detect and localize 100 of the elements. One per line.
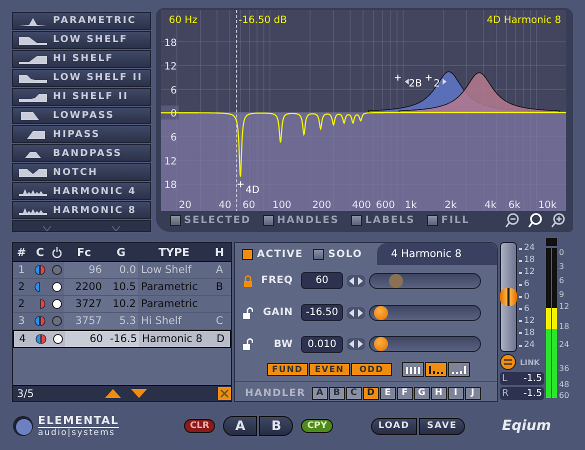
zoom-icon[interactable] [528, 212, 543, 228]
handler-button[interactable]: H [430, 386, 447, 400]
power-toggle[interactable] [52, 299, 62, 309]
checkbox[interactable] [262, 214, 274, 226]
handler-button[interactable]: B [328, 386, 345, 400]
stepper[interactable] [347, 306, 365, 319]
handler-button[interactable]: E [380, 386, 396, 400]
link-button[interactable] [500, 354, 516, 370]
slider-thumb[interactable] [374, 337, 388, 352]
peak-curves-drawing[interactable] [368, 71, 560, 113]
checkbox-label: LABELS [365, 214, 416, 226]
filter-type-button[interactable]: HARMONIC 8 [12, 201, 151, 219]
power-toggle[interactable] [53, 334, 63, 344]
close-icon[interactable] [218, 387, 231, 400]
axis-label: 100 [272, 200, 292, 212]
handler-button[interactable]: G [414, 386, 430, 400]
scale-label: 12 [524, 268, 535, 278]
stepper[interactable] [347, 338, 365, 350]
filter-type-button[interactable]: HI SHELF [12, 50, 151, 68]
preset-b-button[interactable]: B [259, 416, 294, 436]
copy-button[interactable]: CPY [301, 419, 333, 433]
preset-a-button[interactable]: A [223, 416, 258, 436]
checkbox[interactable] [351, 214, 362, 226]
band-row[interactable]: 2 2200 10.5 Parametric B [13, 279, 231, 296]
handler-button[interactable]: C [346, 386, 362, 400]
checkbox[interactable] [242, 248, 253, 260]
handler-button[interactable]: D [362, 386, 379, 400]
band-row[interactable]: 4 60 -16.5 Harmonic 8 D [13, 330, 231, 348]
filter-type-button[interactable]: PARAMETRIC [12, 12, 151, 30]
output-field[interactable]: L -1.5 [500, 372, 544, 385]
harmonic-toggle[interactable]: FUND [267, 363, 308, 376]
value-field[interactable]: 0.010 [301, 336, 343, 353]
filter-shape-icon [19, 16, 47, 26]
output-field[interactable]: R -1.5 [500, 387, 544, 400]
zoom-in-icon[interactable] [551, 212, 566, 228]
filter-shape-icon [19, 167, 47, 178]
band-row[interactable]: 2 3727 10.2 Parametric [13, 296, 231, 313]
power-toggle[interactable] [52, 265, 62, 275]
clear-button[interactable]: CLR [184, 419, 216, 433]
handler-button[interactable]: F [396, 386, 413, 400]
axis-label: 4k [484, 200, 497, 212]
zoom-out-icon[interactable] [505, 212, 520, 228]
handle-icon[interactable] [394, 74, 402, 82]
filter-type-button[interactable]: BANDPASS [12, 144, 151, 162]
slider-thumb[interactable] [374, 306, 388, 320]
filter-type-button[interactable]: HI SHELF II [12, 88, 151, 106]
harmonic-toggle[interactable]: EVEN [309, 363, 350, 376]
arrow-right-icon [442, 78, 447, 85]
pattern-button[interactable] [448, 362, 470, 378]
handler-button[interactable]: J [464, 386, 481, 400]
axis-label: 20 [178, 200, 192, 212]
checkbox[interactable] [313, 248, 324, 260]
load-button[interactable]: LOAD [371, 418, 417, 434]
scale-label: 0 [559, 248, 564, 257]
table-cell-text: 1 [17, 263, 26, 278]
pattern-button[interactable] [425, 362, 447, 378]
output-gain-thumb[interactable] [500, 288, 517, 306]
handle-icon[interactable] [425, 74, 432, 82]
pattern-button[interactable] [402, 362, 424, 378]
checkbox[interactable] [170, 214, 181, 226]
harmonic-toggle[interactable]: ODD [351, 363, 392, 376]
unlock-icon[interactable] [243, 338, 253, 350]
column-header: TYPE [157, 246, 191, 258]
table-cell: 60 [65, 331, 105, 347]
handle-icon[interactable] [237, 180, 244, 188]
axis-label: 2k [444, 200, 457, 212]
arrow-down-icon[interactable] [130, 389, 147, 398]
table-cell-text: Parametric [140, 297, 199, 312]
checkbox[interactable] [427, 214, 438, 226]
logo-knob-icon [12, 415, 34, 437]
power-toggle[interactable] [52, 316, 62, 326]
checkbox-label: ACTIVE [257, 248, 304, 260]
save-button[interactable]: SAVE [419, 418, 465, 434]
filter-type-button[interactable]: HIPASS [12, 125, 151, 144]
stepper[interactable] [347, 274, 365, 287]
filter-type-button[interactable]: LOW SHELF [12, 30, 151, 49]
filter-type-button[interactable]: LOW SHELF II [12, 68, 151, 87]
filter-type-button[interactable]: NOTCH [12, 163, 151, 182]
power-toggle[interactable] [52, 282, 62, 292]
parameter-label: BW [272, 338, 293, 350]
scale-label: 0 [524, 292, 530, 302]
value-field[interactable]: 60 [301, 272, 343, 290]
arrow-up-icon[interactable] [104, 389, 121, 398]
channel-icon[interactable] [34, 265, 46, 275]
handler-button[interactable]: I [448, 386, 464, 400]
frequency-readout: 60 Hz [168, 14, 198, 26]
value-field[interactable]: -16.50 [301, 304, 343, 322]
unlock-icon[interactable] [243, 306, 253, 319]
handler-button[interactable]: A [312, 386, 328, 400]
filter-type-button[interactable]: HARMONIC 4 [12, 182, 151, 200]
filter-type-button[interactable]: LOWPASS [12, 106, 151, 124]
slider-thumb[interactable] [389, 274, 404, 288]
table-cell-text: Harmonic 8 [141, 332, 204, 347]
table-cell-text: 2 [17, 280, 26, 295]
channel-icon[interactable] [34, 316, 46, 326]
axis-label: 10k [538, 200, 557, 212]
channel-icon[interactable] [35, 334, 47, 344]
band-row[interactable]: 1 96 0.0 Low Shelf A [13, 262, 231, 279]
scale-label: 3 [559, 262, 564, 271]
column-header: G [115, 246, 127, 258]
